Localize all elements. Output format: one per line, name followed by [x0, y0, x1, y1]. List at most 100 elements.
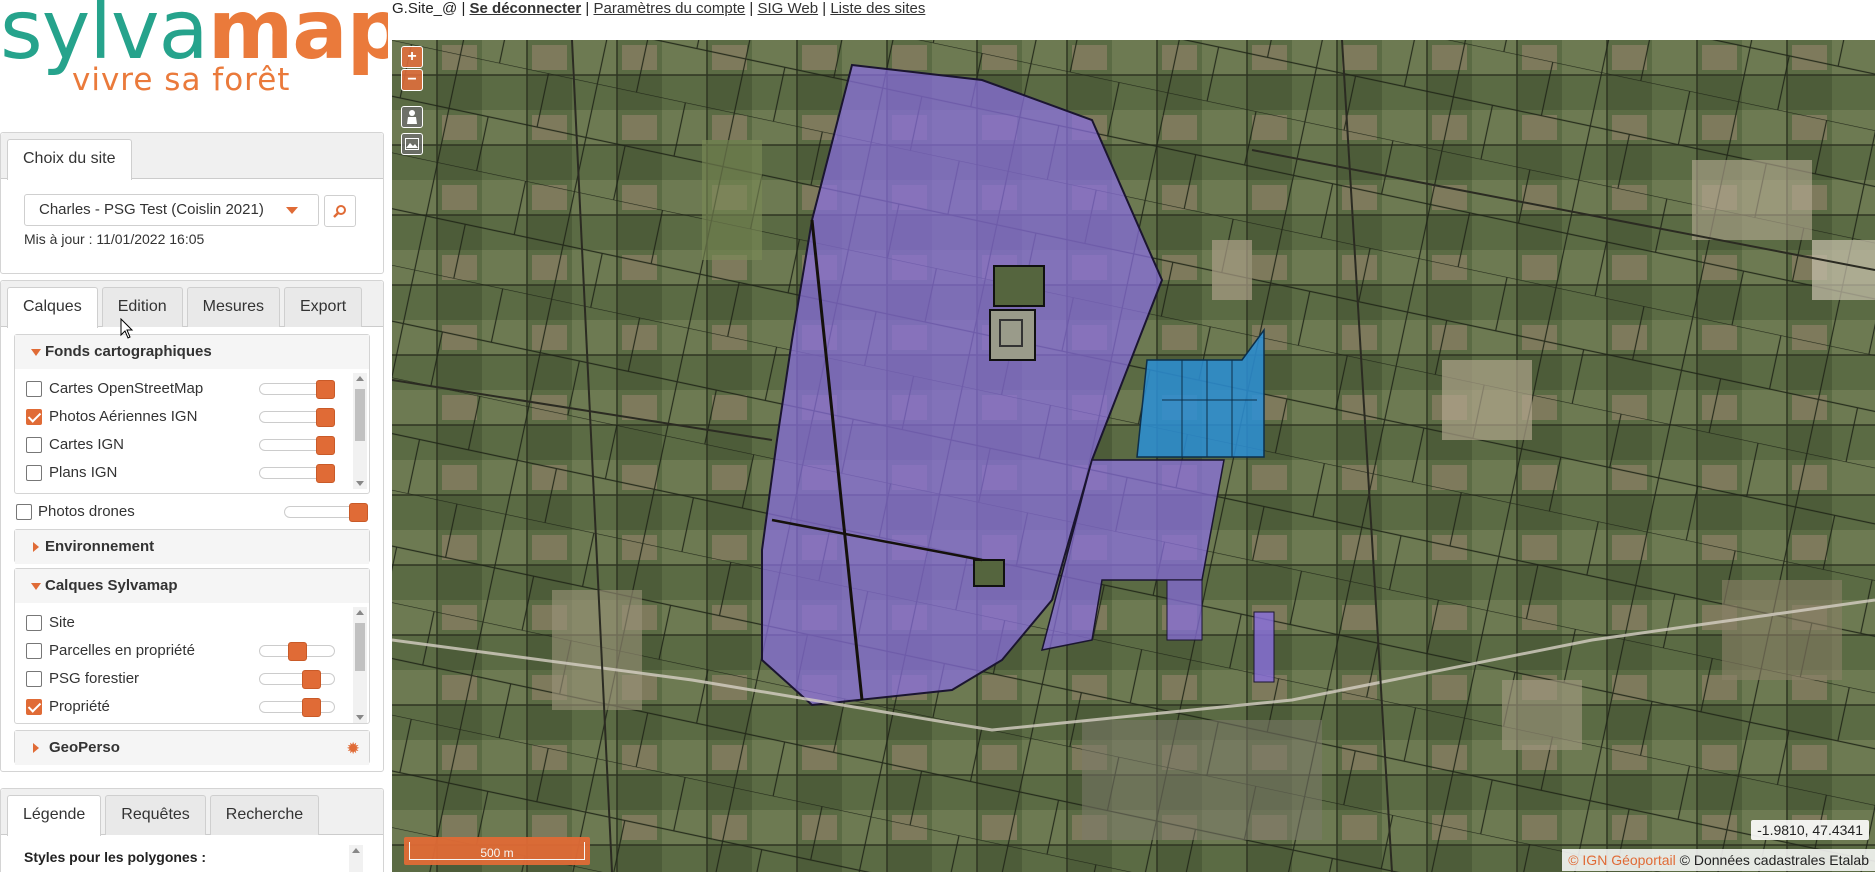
accordion-geoperso: GeoPerso ✹ [14, 730, 370, 765]
top-links: G.Site_@ | Se déconnecter | Paramètres d… [392, 0, 925, 17]
slider-handle[interactable] [302, 698, 321, 717]
opacity-slider[interactable] [259, 408, 335, 427]
update-timestamp: Mis à jour : 11/01/2022 16:05 [24, 231, 205, 247]
opacity-slider[interactable] [259, 642, 335, 661]
separator: | [822, 0, 827, 17]
gear-icon[interactable]: ✹ [347, 731, 359, 765]
layer-label: PSG forestier [49, 670, 140, 687]
layer-checkbox[interactable] [16, 504, 32, 520]
layer-checkbox[interactable] [26, 699, 42, 715]
accordion-header-fonds[interactable]: Fonds cartographiques [15, 335, 369, 369]
fonds-layer-list: Cartes OpenStreetMap Photos Aériennes IG… [15, 369, 369, 493]
layer-label: Plans IGN [49, 464, 118, 481]
accordion-title: GeoPerso [49, 739, 120, 756]
slider-handle[interactable] [288, 642, 307, 661]
zoom-in-button[interactable]: + [401, 46, 423, 68]
slider-handle[interactable] [302, 670, 321, 689]
layer-label: Cartes OpenStreetMap [49, 380, 204, 397]
tab-choix-du-site[interactable]: Choix du site [7, 139, 132, 180]
layer-row: Plans IGN [15, 459, 369, 487]
tab-legende[interactable]: Légende [7, 795, 102, 836]
street-view-button[interactable] [401, 106, 423, 128]
layers-tabbar: Calques Edition Mesures Export [1, 281, 383, 328]
scroll-up-icon [356, 376, 364, 381]
accordion-fonds: Fonds cartographiques Cartes OpenStreetM… [14, 334, 370, 494]
layer-checkbox[interactable] [26, 381, 42, 397]
scale-label: 500 m [409, 842, 585, 860]
caret-right-icon [33, 743, 39, 753]
layer-checkbox[interactable] [26, 643, 42, 659]
slider-handle[interactable] [316, 464, 335, 483]
map-attribution: © IGN Géoportail © Données cadastrales E… [1562, 849, 1875, 871]
scrollbar-thumb[interactable] [355, 389, 365, 441]
legend-tabbar: Légende Requêtes Recherche [1, 789, 383, 836]
scroll-down-icon [356, 715, 364, 720]
opacity-slider[interactable] [259, 698, 335, 717]
sylvamap-logo[interactable]: sylvamap vivre sa forêt [0, 0, 388, 120]
scrollbar[interactable] [349, 845, 363, 872]
site-list-link[interactable]: Liste des sites [830, 0, 925, 17]
scrollbar[interactable] [353, 607, 367, 723]
legend-title: Styles pour les polygones : [24, 849, 207, 865]
slider-handle[interactable] [349, 503, 368, 522]
separator: | [461, 0, 466, 17]
layer-label: Photos Aériennes IGN [49, 408, 198, 425]
layer-row: Photos Aériennes IGN [15, 403, 369, 431]
scrollbar-thumb[interactable] [355, 623, 365, 671]
layer-checkbox[interactable] [26, 615, 42, 631]
tab-recherche[interactable]: Recherche [209, 795, 320, 835]
slider-handle[interactable] [316, 436, 335, 455]
site-select[interactable]: Charles - PSG Test (Coislin 2021) [24, 194, 319, 226]
layer-checkbox[interactable] [26, 437, 42, 453]
opacity-slider[interactable] [259, 436, 335, 455]
tab-requetes[interactable]: Requêtes [105, 795, 206, 835]
basemap-switch-button[interactable] [401, 133, 423, 155]
layer-label: Propriété [49, 698, 110, 715]
site-tabbar: Choix du site [1, 133, 383, 180]
scroll-up-icon [356, 610, 364, 615]
scrollbar[interactable] [353, 373, 367, 489]
aerial-imagery [392, 40, 1875, 872]
tab-calques[interactable]: Calques [7, 287, 98, 328]
layer-label: Site [49, 614, 75, 631]
logout-link[interactable]: Se déconnecter [470, 0, 582, 17]
caret-down-icon [31, 349, 41, 356]
layer-checkbox[interactable] [26, 671, 42, 687]
tab-edition[interactable]: Edition [101, 287, 183, 327]
site-search-button[interactable] [324, 195, 356, 227]
layer-label: Photos drones [38, 503, 135, 520]
sig-web-link[interactable]: SIG Web [757, 0, 818, 17]
layer-label: Parcelles en propriété [49, 642, 195, 659]
opacity-slider[interactable] [259, 380, 335, 399]
opacity-slider[interactable] [259, 670, 335, 689]
layer-row: Parcelles en propriété [15, 637, 369, 665]
zoom-out-button[interactable]: − [401, 69, 423, 91]
accordion-header-sylvamap[interactable]: Calques Sylvamap [15, 569, 369, 603]
accordion-header-geoperso[interactable]: GeoPerso ✹ [15, 731, 369, 765]
opacity-slider[interactable] [284, 503, 368, 522]
tab-export[interactable]: Export [283, 287, 363, 327]
caret-right-icon [33, 542, 39, 552]
layer-label: Cartes IGN [49, 436, 125, 453]
scroll-down-icon [356, 481, 364, 486]
scale-bar: 500 m [404, 837, 590, 865]
chevron-down-icon [286, 207, 298, 214]
site-select-value: Charles - PSG Test (Coislin 2021) [39, 201, 264, 218]
layer-row: PSG forestier [15, 665, 369, 693]
tab-mesures[interactable]: Mesures [186, 287, 280, 327]
map-canvas[interactable]: + − 500 m -1.9810, 47.4341 © IGN Géoport… [392, 40, 1875, 872]
slider-handle[interactable] [316, 380, 335, 399]
account-settings-link[interactable]: Paramètres du compte [593, 0, 745, 17]
slider-handle[interactable] [316, 408, 335, 427]
mouse-cursor-icon [120, 318, 134, 339]
accordion-title: Fonds cartographiques [45, 343, 212, 360]
accordion-header-environnement[interactable]: Environnement [15, 530, 369, 564]
layer-checkbox[interactable] [26, 465, 42, 481]
scroll-up-icon [352, 848, 360, 853]
image-icon [405, 138, 419, 150]
attribution-ign[interactable]: © IGN Géoportail [1568, 852, 1676, 868]
opacity-slider[interactable] [259, 464, 335, 483]
accordion-title: Calques Sylvamap [45, 577, 178, 594]
layer-checkbox[interactable] [26, 409, 42, 425]
layer-row: Cartes OpenStreetMap [15, 375, 369, 403]
